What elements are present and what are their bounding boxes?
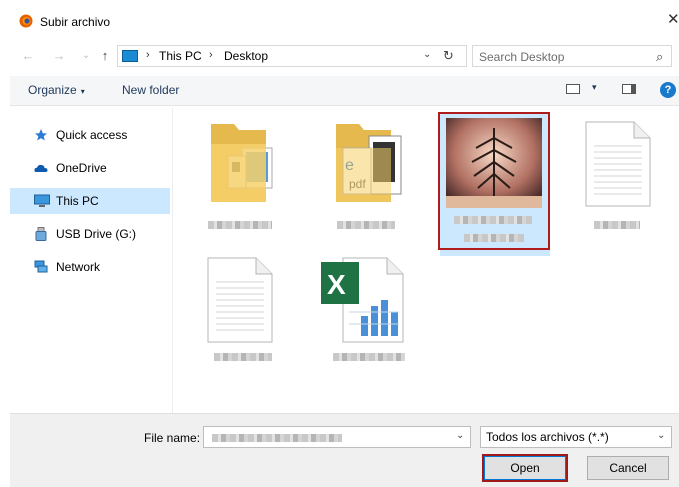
firefox-icon (19, 14, 33, 28)
refresh-icon[interactable]: ↻ (443, 48, 454, 64)
breadcrumb-this-pc[interactable]: This PC (159, 49, 202, 63)
file-name-redacted (212, 434, 342, 442)
close-icon[interactable]: ✕ (667, 12, 679, 28)
file-type-value: Todos los archivos (*.*) (486, 430, 609, 444)
window-title: Subir archivo (40, 15, 111, 29)
cancel-button[interactable]: Cancel (587, 456, 669, 480)
organize-label: Organize (28, 83, 77, 97)
view-options-dropdown[interactable]: ▾ (592, 82, 597, 93)
open-button[interactable]: Open (484, 456, 566, 480)
command-bar: Organize ▾ New folder ▾ ? (10, 76, 679, 106)
computer-icon (34, 194, 50, 207)
network-icon (34, 260, 48, 273)
navigation-pane: Quick access OneDrive This PC USB Drive … (10, 108, 173, 413)
cloud-icon (34, 164, 48, 172)
list-item[interactable]: X (309, 256, 419, 381)
file-name-label: File name: (144, 431, 201, 445)
chevron-down-icon[interactable]: ⌄ (423, 49, 431, 60)
sidebar-item-label: Quick access (56, 128, 128, 142)
chevron-down-icon[interactable]: ⌄ (657, 430, 665, 441)
computer-icon (122, 50, 138, 62)
title-bar: Subir archivo ✕ (0, 0, 679, 40)
back-button[interactable]: ← (20, 48, 36, 64)
dialog-footer: File name: ⌄ Todos los archivos (*.*) ⌄ … (10, 413, 679, 487)
sidebar-item-quick-access[interactable]: Quick access (10, 122, 170, 148)
file-name-redacted (214, 353, 272, 361)
preview-pane-icon[interactable] (622, 84, 636, 94)
folder-icon: e pdf (336, 124, 402, 202)
organize-menu[interactable]: Organize ▾ (28, 83, 85, 97)
sidebar-item-this-pc[interactable]: This PC (10, 188, 170, 214)
search-input[interactable] (479, 49, 639, 64)
file-name-field[interactable]: ⌄ (203, 426, 471, 448)
file-name-redacted (333, 353, 405, 361)
excel-icon: X (321, 257, 404, 343)
list-item[interactable] (184, 256, 294, 381)
sidebar-item-label: USB Drive (G:) (56, 227, 137, 241)
help-icon[interactable]: ? (660, 82, 676, 98)
list-item[interactable]: e pdf (309, 118, 419, 243)
search-icon[interactable]: ⌕ (656, 49, 663, 65)
sidebar-item-label: Network (56, 260, 101, 274)
selection-highlight (438, 112, 550, 250)
up-button[interactable]: ↑ (97, 48, 113, 64)
recent-locations-dropdown[interactable]: ⌄ (78, 48, 94, 64)
chevron-down-icon[interactable]: ⌄ (456, 430, 464, 441)
list-item[interactable] (184, 118, 294, 243)
document-icon (585, 121, 651, 207)
address-bar[interactable]: › This PC › Desktop ⌄ ↻ (117, 45, 467, 67)
search-box[interactable]: ⌕ (472, 45, 672, 67)
view-options-icon[interactable] (566, 84, 580, 94)
new-folder-button[interactable]: New folder (122, 83, 179, 97)
folder-icon (211, 124, 273, 202)
document-icon (207, 257, 273, 343)
forward-button[interactable]: → (51, 48, 67, 64)
usb-drive-icon (35, 227, 47, 241)
breadcrumb-separator: › (146, 49, 150, 61)
sidebar-item-network[interactable]: Network (10, 254, 170, 280)
sidebar-item-label: This PC (56, 194, 99, 208)
svg-text:X: X (327, 269, 346, 300)
breadcrumb-desktop[interactable]: Desktop (224, 49, 268, 63)
file-name-redacted (208, 221, 272, 229)
breadcrumb-separator: › (209, 49, 213, 61)
star-icon (35, 129, 47, 141)
file-name-redacted (594, 221, 640, 229)
list-item[interactable] (562, 118, 672, 243)
file-list: e pdf (174, 108, 679, 413)
caret-down-icon: ▾ (80, 87, 85, 96)
sidebar-item-usb-drive[interactable]: USB Drive (G:) (10, 221, 170, 247)
file-name-redacted (337, 221, 395, 229)
file-type-select[interactable]: Todos los archivos (*.*) ⌄ (480, 426, 672, 448)
sidebar-item-onedrive[interactable]: OneDrive (10, 155, 170, 181)
sidebar-item-label: OneDrive (56, 161, 107, 175)
